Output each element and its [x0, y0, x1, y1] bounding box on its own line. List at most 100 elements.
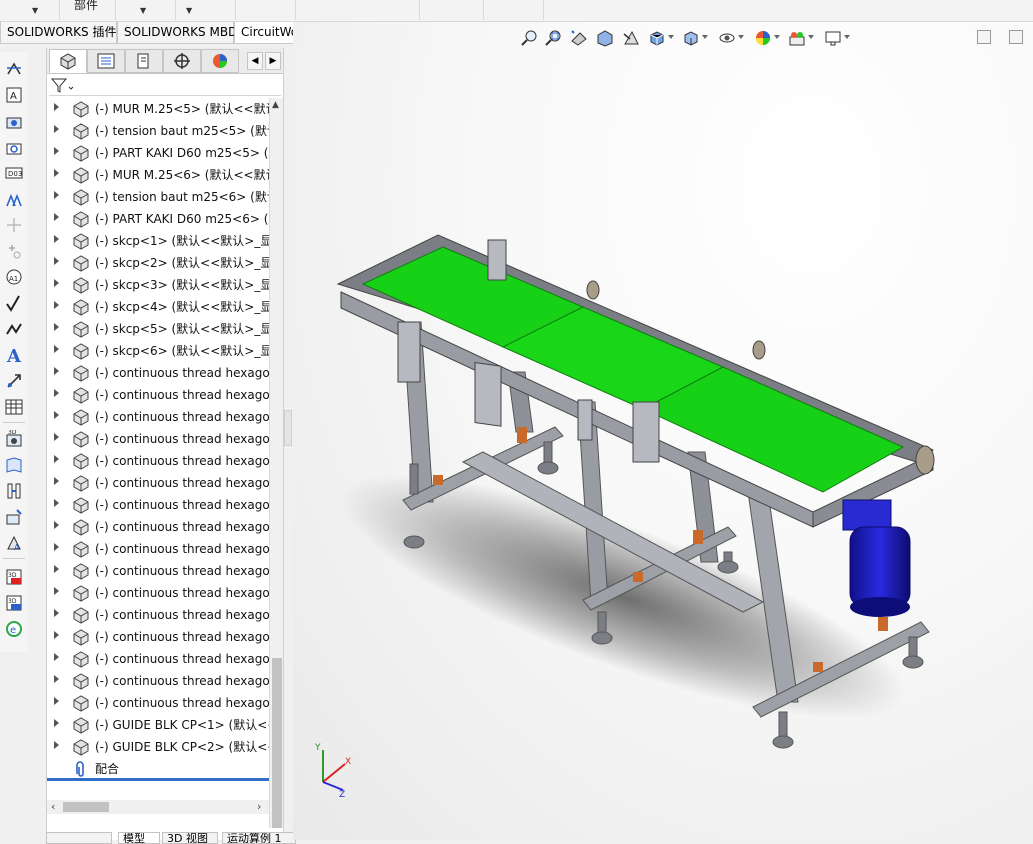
filter-bar[interactable]: [49, 76, 281, 96]
expand-arrow-icon[interactable]: [54, 125, 59, 133]
bottom-tab-motion-study[interactable]: 运动算例 1: [222, 832, 296, 844]
publish-3d-pdf-template-icon[interactable]: 3D: [3, 592, 25, 614]
tree-item[interactable]: (-) PART KAKI D60 m25<6> (默: [47, 208, 269, 230]
tree-item[interactable]: (-) tension baut m25<5> (默认: [47, 120, 269, 142]
tree-item-mates[interactable]: 配合: [47, 758, 269, 780]
center-mark-icon[interactable]: [3, 370, 25, 392]
expand-arrow-icon[interactable]: [54, 741, 59, 749]
scroll-left-icon[interactable]: ‹: [51, 800, 55, 813]
tree-item[interactable]: (-) continuous thread hexagon: [47, 626, 269, 648]
expand-arrow-icon[interactable]: [54, 367, 59, 375]
expand-arrow-icon[interactable]: [54, 675, 59, 683]
scroll-right-icon[interactable]: ›: [257, 800, 261, 813]
tree-item[interactable]: (-) continuous thread hexagon: [47, 494, 269, 516]
tree-item[interactable]: (-) skcp<1> (默认<<默认>_显示: [47, 230, 269, 252]
tree-item[interactable]: (-) skcp<3> (默认<<默认>_显示: [47, 274, 269, 296]
tab-solidworks-mbd[interactable]: SOLIDWORKS MBD: [117, 22, 237, 44]
tree-item[interactable]: (-) continuous thread hexagon: [47, 516, 269, 538]
expand-arrow-icon[interactable]: [54, 191, 59, 199]
tab-dimxpert-manager[interactable]: [163, 49, 201, 73]
expand-arrow-icon[interactable]: [54, 697, 59, 705]
tab-solidworks-addins[interactable]: SOLIDWORKS 插件: [0, 22, 117, 44]
tree-item[interactable]: (-) continuous thread hexagon: [47, 670, 269, 692]
vertical-scroll-thumb[interactable]: [272, 658, 282, 828]
expand-arrow-icon[interactable]: [54, 323, 59, 331]
geometric-tolerance-icon[interactable]: [3, 292, 25, 314]
top-dropdown-2[interactable]: ▼: [116, 0, 176, 20]
publish-3d-pdf-icon[interactable]: 3D: [3, 566, 25, 588]
expand-arrow-icon[interactable]: [54, 411, 59, 419]
weld-symbol-icon[interactable]: [3, 188, 25, 210]
expand-arrow-icon[interactable]: [54, 279, 59, 287]
auto-balloon-icon[interactable]: [3, 136, 25, 158]
tree-item[interactable]: (-) continuous thread hexagon: [47, 428, 269, 450]
tree-item[interactable]: (-) MUR M.25<5> (默认<<默认: [47, 98, 269, 120]
expand-arrow-icon[interactable]: [54, 235, 59, 243]
expand-arrow-icon[interactable]: [54, 455, 59, 463]
note-icon[interactable]: A: [3, 84, 25, 106]
tree-item[interactable]: (-) skcp<4> (默认<<默认>_显示: [47, 296, 269, 318]
tab-property-manager[interactable]: [87, 49, 125, 73]
expand-arrow-icon[interactable]: [54, 169, 59, 177]
expand-arrow-icon[interactable]: [54, 103, 59, 111]
panel-collapse-handle[interactable]: [284, 410, 292, 446]
smart-dimension-icon[interactable]: [3, 58, 25, 80]
expand-arrow-icon[interactable]: [54, 213, 59, 221]
cosmetic-thread-icon[interactable]: [3, 318, 25, 340]
expand-arrow-icon[interactable]: [54, 653, 59, 661]
component-menu[interactable]: 部件: [60, 0, 116, 20]
tree-vertical-scrollbar[interactable]: ▲: [269, 98, 283, 828]
tabs-scroll-right[interactable]: ▶: [265, 52, 281, 70]
bottom-tab-3d-view[interactable]: 3D 视图: [162, 832, 218, 844]
balloon-icon[interactable]: [3, 110, 25, 132]
tab-display-manager[interactable]: [201, 49, 239, 73]
tree-item[interactable]: (-) MUR M.25<6> (默认<<默认: [47, 164, 269, 186]
tree-item[interactable]: (-) skcp<5> (默认<<默认>_显示: [47, 318, 269, 340]
expand-arrow-icon[interactable]: [54, 389, 59, 397]
expand-arrow-icon[interactable]: [54, 499, 59, 507]
datum-feature-icon[interactable]: A1: [3, 266, 25, 288]
explode-view-icon[interactable]: [3, 480, 25, 502]
surface-finish-icon[interactable]: D03: [3, 162, 25, 184]
tree-item[interactable]: (-) GUIDE BLK CP<2> (默认<<: [47, 736, 269, 758]
tree-item[interactable]: (-) continuous thread hexagon: [47, 538, 269, 560]
horizontal-scroll-thumb[interactable]: [63, 802, 109, 812]
tree-item[interactable]: (-) continuous thread hexagon: [47, 560, 269, 582]
edrawings-icon[interactable]: e: [3, 618, 25, 640]
tree-item[interactable]: (-) skcp<6> (默认<<默认>_显示: [47, 340, 269, 362]
section-view-icon[interactable]: [3, 454, 25, 476]
scroll-up-icon[interactable]: ▲: [272, 100, 279, 110]
3d-view-icon[interactable]: 3D: [3, 428, 25, 450]
tab-configuration-manager[interactable]: [125, 49, 163, 73]
tree-item[interactable]: (-) continuous thread hexagon: [47, 472, 269, 494]
tree-item[interactable]: (-) continuous thread hexagon: [47, 604, 269, 626]
expand-arrow-icon[interactable]: [54, 477, 59, 485]
dimxpert-icon[interactable]: A: [3, 532, 25, 554]
expand-arrow-icon[interactable]: [54, 521, 59, 529]
tree-item[interactable]: (-) continuous thread hexagon: [47, 406, 269, 428]
graphics-area[interactable]: Y X Z: [293, 22, 1033, 840]
expand-arrow-icon[interactable]: [54, 433, 59, 441]
top-dropdown-3[interactable]: ▼: [176, 0, 236, 20]
expand-arrow-icon[interactable]: [54, 631, 59, 639]
expand-arrow-icon[interactable]: [54, 609, 59, 617]
capture-view-icon[interactable]: [3, 506, 25, 528]
expand-arrow-icon[interactable]: [54, 345, 59, 353]
tree-item[interactable]: (-) skcp<2> (默认<<默认>_显示: [47, 252, 269, 274]
expand-arrow-icon[interactable]: [54, 565, 59, 573]
expand-arrow-icon[interactable]: [54, 147, 59, 155]
expand-arrow-icon[interactable]: [54, 301, 59, 309]
tabs-scroll-left[interactable]: ◀: [247, 52, 263, 70]
expand-arrow-icon[interactable]: [54, 719, 59, 727]
conveyor-model[interactable]: Y X Z: [293, 22, 1033, 840]
expand-arrow-icon[interactable]: [54, 543, 59, 551]
tree-item[interactable]: (-) continuous thread hexagon: [47, 362, 269, 384]
expand-arrow-icon[interactable]: [54, 257, 59, 265]
tree-item[interactable]: (-) continuous thread hexagon: [47, 450, 269, 472]
filter-icon[interactable]: [49, 76, 75, 94]
tree-item[interactable]: (-) tension baut m25<6> (默认: [47, 186, 269, 208]
expand-arrow-icon[interactable]: [54, 587, 59, 595]
text-annotation-icon[interactable]: A: [3, 344, 25, 366]
tree-item[interactable]: (-) continuous thread hexagon: [47, 582, 269, 604]
tree-item[interactable]: (-) GUIDE BLK CP<1> (默认<<: [47, 714, 269, 736]
